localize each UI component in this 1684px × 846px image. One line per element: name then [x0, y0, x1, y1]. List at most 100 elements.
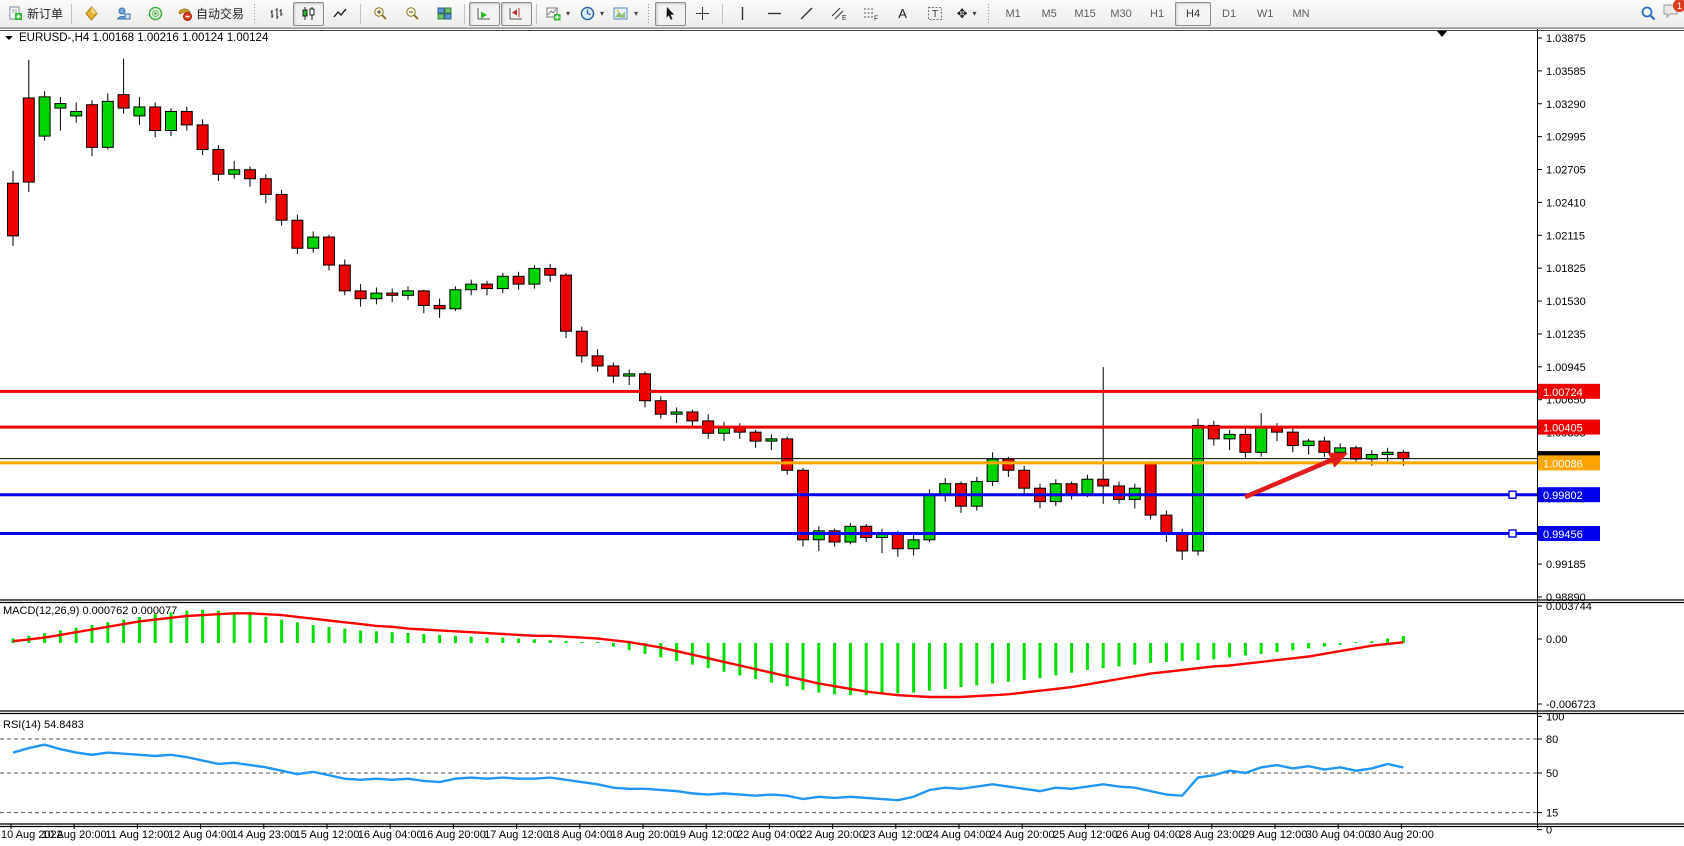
rsi-indicator-label: RSI(14) 54.8483 [3, 719, 84, 731]
chevron-down-icon: ▾ [566, 9, 570, 18]
timeframe-button-H4[interactable]: H4 [1175, 2, 1211, 26]
tile-windows-button[interactable] [429, 2, 460, 26]
new-chart-dropdown[interactable]: ▾ [541, 2, 574, 26]
candle-body [71, 111, 82, 115]
equidistant-channel-icon: E [831, 6, 847, 22]
toolbar-grip [646, 4, 651, 24]
time-axis-label: 17 Aug 12:00 [484, 829, 549, 841]
metaeditor-button[interactable] [76, 2, 107, 26]
price-marker-label: 0.99456 [1543, 529, 1583, 541]
clock-icon [579, 6, 595, 22]
timeframe-button-M15[interactable]: M15 [1067, 2, 1103, 26]
candle-body [1177, 534, 1188, 551]
profiles-dropdown[interactable]: ▾ [575, 2, 608, 26]
timeframe-button-H1[interactable]: H1 [1139, 2, 1175, 26]
time-axis-label: 30 Aug 04:00 [1306, 829, 1371, 841]
price-axis-label: 1.01235 [1546, 329, 1586, 341]
price-marker-label: 1.00086 [1543, 458, 1583, 470]
candle-body [23, 98, 34, 182]
candle-body [766, 439, 777, 441]
toolbar-separator [71, 4, 72, 24]
rsi-axis-label: 0 [1546, 825, 1552, 837]
vertical-line-icon [735, 6, 751, 22]
candle-body [245, 170, 256, 179]
auto-scroll-button[interactable] [469, 2, 500, 26]
candle-body [1003, 459, 1014, 470]
price-axis-label: 1.01530 [1546, 296, 1586, 308]
candlestick-icon [301, 6, 317, 22]
macd-axis-label: -0.006723 [1546, 699, 1596, 711]
candle-body [418, 291, 429, 306]
search-icon[interactable] [1640, 6, 1656, 22]
price-axis-label: 1.02410 [1546, 197, 1586, 209]
line-chart-button[interactable] [325, 2, 356, 26]
symbol-dropdown-icon[interactable] [5, 36, 13, 40]
candle-body [497, 276, 508, 288]
zoom-in-button[interactable] [365, 2, 396, 26]
arrows-tool-icon: ✥ [957, 7, 968, 20]
timeframe-toolbar: M1M5M15M30H1H4D1W1MN [995, 2, 1319, 26]
timeframe-button-MN[interactable]: MN [1283, 2, 1319, 26]
bar-chart-button[interactable] [261, 2, 292, 26]
timeframe-button-M30[interactable]: M30 [1103, 2, 1139, 26]
vertical-line-tool-button[interactable] [727, 2, 758, 26]
text-tool-button[interactable]: A [887, 2, 918, 26]
price-axis-label: 1.03585 [1546, 66, 1586, 78]
toolbar-separator [722, 4, 723, 24]
candle-body [355, 291, 366, 299]
time-axis-label: 16 Aug 20:00 [421, 829, 486, 841]
candle-body [1398, 452, 1409, 458]
chart-shift-icon [509, 6, 525, 22]
time-axis-label: 14 Aug 23:00 [231, 829, 296, 841]
chevron-down-icon: ▾ [634, 9, 638, 18]
candle-body [197, 125, 208, 150]
price-axis-label: 1.02705 [1546, 165, 1586, 177]
candle-body [39, 97, 50, 136]
fibonacci-tool-button[interactable]: F [855, 2, 886, 26]
time-axis-label: 18 Aug 04:00 [547, 829, 612, 841]
chart-shift-marker[interactable] [1437, 31, 1447, 37]
candle-body [1050, 484, 1061, 502]
channel-tool-button[interactable]: E [823, 2, 854, 26]
crosshair-tool-button[interactable] [687, 2, 718, 26]
candle-body [750, 432, 761, 441]
timeframe-button-W1[interactable]: W1 [1247, 2, 1283, 26]
terminal-button[interactable] [108, 2, 139, 26]
hline-handle[interactable] [1509, 491, 1516, 498]
label-tool-icon: T [927, 6, 943, 22]
toolbar-separator [464, 4, 465, 24]
chart-canvas[interactable]: 1.038751.035851.032901.029951.027051.024… [0, 28, 1684, 841]
time-axis-label: 24 Aug 04:00 [927, 829, 992, 841]
price-axis-label: 1.03875 [1546, 33, 1586, 45]
cursor-tool-button[interactable] [655, 2, 686, 26]
zoom-out-button[interactable] [397, 2, 428, 26]
label-tool-button[interactable]: T [919, 2, 950, 26]
new-chart-icon [545, 6, 561, 22]
toolbar-separator [360, 4, 361, 24]
horizontal-line-tool-button[interactable] [759, 2, 790, 26]
cursor-icon [663, 6, 679, 22]
timeframe-button-M5[interactable]: M5 [1031, 2, 1067, 26]
time-axis-label: 23 Aug 12:00 [863, 829, 928, 841]
templates-dropdown[interactable]: ▾ [609, 2, 642, 26]
arrows-tool-dropdown[interactable]: ✥ ▾ [951, 2, 982, 26]
timeframe-button-D1[interactable]: D1 [1211, 2, 1247, 26]
new-order-button[interactable]: 新订单 [3, 2, 67, 26]
signals-button[interactable] [140, 2, 171, 26]
timeframe-button-M1[interactable]: M1 [995, 2, 1031, 26]
notifications-button[interactable]: 1 [1662, 3, 1680, 24]
price-marker-label: 1.00405 [1543, 423, 1583, 435]
metaeditor-icon [84, 6, 100, 22]
autotrading-button[interactable]: 自动交易 [172, 2, 248, 26]
candle-body [1082, 479, 1093, 494]
hline-handle[interactable] [1509, 530, 1516, 537]
bar-chart-icon [269, 6, 285, 22]
toolbar-grip [252, 4, 257, 24]
chart-shift-button[interactable] [501, 2, 532, 26]
candlestick-chart-button[interactable] [293, 2, 324, 26]
time-axis-label: 25 Aug 12:00 [1053, 829, 1118, 841]
chart-window[interactable]: 1.038751.035851.032901.029951.027051.024… [0, 28, 1684, 841]
trendline-tool-button[interactable] [791, 2, 822, 26]
toolbar-right-tools: 1 [1640, 0, 1680, 27]
chevron-down-icon: ▾ [600, 9, 604, 18]
